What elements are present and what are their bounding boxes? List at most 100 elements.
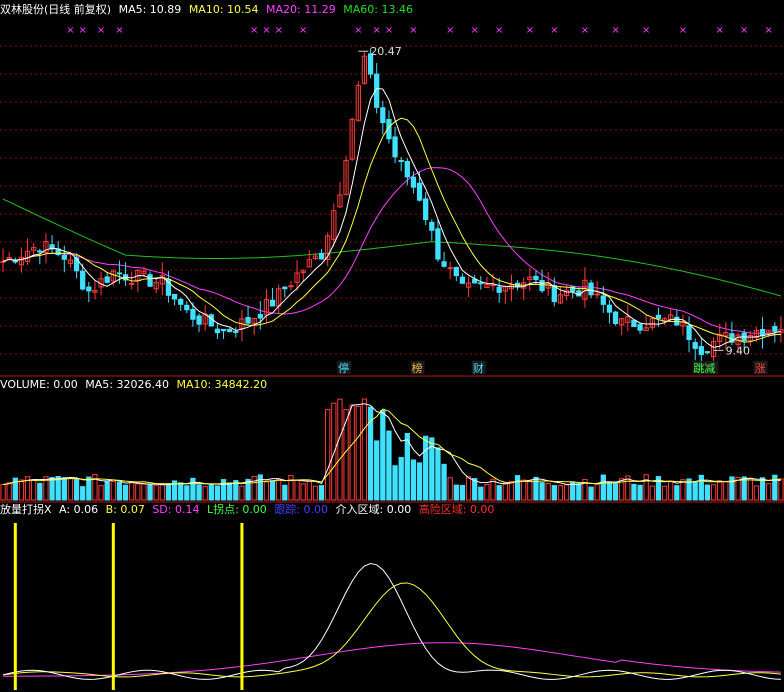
candle-body: [533, 275, 539, 281]
candle-body: [404, 161, 410, 178]
ma5-label: MA5: 10.89: [118, 3, 182, 16]
volume-bar: [508, 481, 515, 501]
top-marker: ×: [372, 25, 380, 36]
candle-body: [116, 272, 123, 275]
volume-bar: [337, 398, 343, 501]
top-marker: ×: [581, 25, 589, 36]
candle-body: [318, 252, 325, 260]
ma20-label: MA20: 11.29: [266, 3, 336, 16]
event-label: 停: [338, 361, 349, 375]
volume-bar: [557, 485, 564, 501]
volume-bar: [325, 409, 331, 501]
candle-body: [655, 314, 662, 319]
ma20-path: [2, 167, 781, 336]
volume-bar: [331, 402, 337, 501]
candle-body: [282, 286, 288, 290]
volume-bar: [6, 482, 12, 501]
jieru-label: 介入区域: 0.00: [335, 503, 412, 516]
volume-bar: [37, 482, 43, 501]
volume-bar: [196, 484, 202, 501]
candle-body: [496, 286, 502, 293]
top-marker: ×: [715, 25, 723, 36]
volume-bar: [692, 481, 698, 501]
top-marker: ×: [550, 25, 558, 36]
volume-bar: [723, 481, 729, 501]
event-label: 榜: [412, 361, 423, 375]
volume-bar: [637, 484, 643, 501]
volume-bar: [147, 484, 153, 501]
top-marker: ×: [611, 25, 619, 36]
volume-bar: [698, 474, 704, 501]
candle-body: [704, 351, 711, 354]
candle-body: [490, 284, 496, 287]
price-header: 双林股份(日线 前复权) MA5: 10.89 MA10: 10.54 MA20…: [0, 3, 417, 16]
candle-body: [220, 328, 227, 332]
volume-bar: [190, 477, 196, 501]
volume-bar: [539, 482, 545, 501]
candle-body: [410, 176, 417, 188]
candle-body: [453, 266, 459, 277]
volume-bar: [759, 477, 766, 501]
volume-bar: [496, 485, 502, 501]
volume-bar: [355, 405, 361, 501]
volume-bar: [435, 447, 441, 501]
volume-bar: [306, 480, 312, 501]
vol-ma5-path: [2, 403, 781, 486]
volume-bar: [86, 476, 92, 501]
candle-body: [257, 314, 263, 319]
volume-bar: [717, 480, 723, 501]
volume-bar: [453, 484, 459, 501]
volume-bar: [104, 480, 110, 501]
volume-bar: [294, 479, 300, 501]
volume-bar: [135, 483, 141, 501]
kuayue-label: 跟踪: 0.00: [274, 503, 329, 516]
a-path: [2, 563, 781, 680]
top-marker: ×: [409, 25, 417, 36]
top-marker: ×: [526, 25, 534, 36]
candle-body: [692, 342, 698, 349]
top-marker: ×: [250, 25, 258, 36]
volume-bar: [318, 485, 325, 501]
top-marker: ×: [495, 25, 503, 36]
volume-bar: [110, 480, 116, 501]
vol-ma5-label: MA5: 32026.40: [85, 378, 169, 391]
volume-bar: [386, 430, 392, 501]
volume-bar: [423, 435, 429, 501]
volume-bar: [269, 480, 276, 501]
volume-bar: [472, 478, 478, 501]
candle-body: [190, 308, 196, 320]
candle-body: [631, 319, 637, 328]
top-marker: ×: [274, 25, 282, 36]
candle-body: [416, 182, 423, 201]
volume-bar: [263, 481, 270, 501]
vol-ma10-path: [2, 408, 781, 485]
volume-bar: [514, 475, 521, 501]
volume-bar: [447, 477, 453, 501]
volume-bar: [398, 456, 404, 501]
volume-bar: [704, 484, 711, 501]
volume-bar: [159, 484, 165, 501]
ma60-label: MA60: 13.46: [343, 3, 413, 16]
volume-bar: [551, 485, 557, 501]
top-marker: ×: [66, 25, 74, 36]
candle-body: [392, 136, 398, 158]
volume-bar: [576, 483, 582, 501]
volume-bar: [208, 484, 214, 501]
volume-bar: [710, 484, 717, 501]
volume-bar: [502, 482, 508, 501]
candle-body: [441, 261, 447, 267]
volume-bar: [465, 476, 472, 501]
candle-body: [171, 293, 178, 300]
b-path: [3, 582, 781, 678]
top-marker: ×: [740, 25, 748, 36]
volume-bar: [649, 485, 655, 501]
candle-body: [147, 274, 153, 287]
volume-bar: [600, 474, 606, 501]
volume-bar: [643, 474, 649, 501]
volume-bar: [631, 483, 637, 501]
volume-bar: [563, 484, 570, 501]
top-markers: × × × × × × × × × × × × × × × × × × × × × × × ×: [66, 25, 773, 36]
volume-header: VOLUME: 0.00 MA5: 32026.40 MA10: 34842.2…: [0, 378, 271, 391]
ma10-line: [2, 117, 781, 343]
top-marker: ×: [642, 25, 650, 36]
